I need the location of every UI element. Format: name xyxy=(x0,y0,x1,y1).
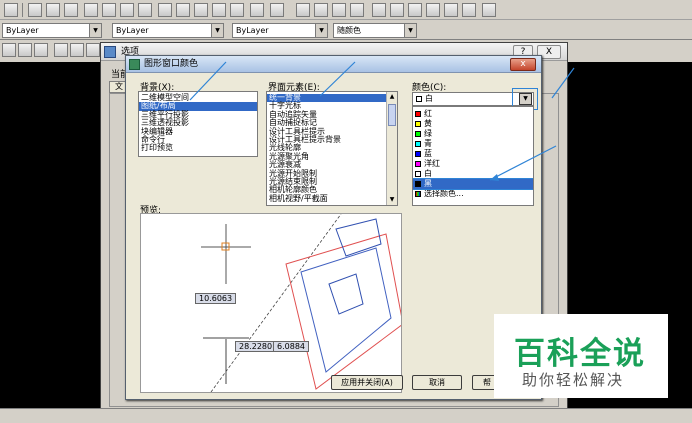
watermark: 百科全说 助你轻松解决 xyxy=(494,314,668,398)
arrow-background xyxy=(189,61,227,101)
arrowhead xyxy=(490,174,499,181)
arrow-black xyxy=(489,145,557,181)
arrow-elements xyxy=(319,61,356,97)
watermark-title: 百科全说 xyxy=(514,336,646,372)
status-bar xyxy=(0,408,692,423)
watermark-subtitle: 助你轻松解决 xyxy=(522,371,625,389)
arrow-dropdown xyxy=(551,67,575,99)
